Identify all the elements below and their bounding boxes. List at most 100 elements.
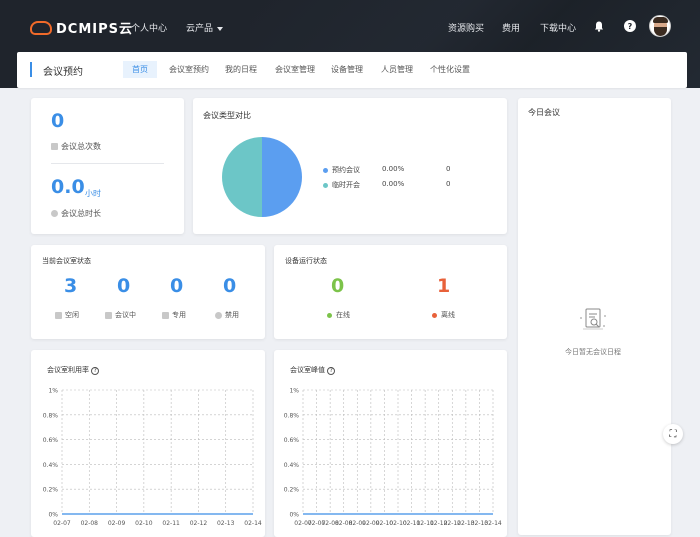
tab-device-management[interactable]: 设备管理 xyxy=(331,64,363,75)
y-tick-label: 0.6% xyxy=(43,437,59,444)
legend-adhoc: 临时开会 xyxy=(323,180,360,190)
y-tick-label: 0% xyxy=(289,512,299,519)
bell-icon[interactable] xyxy=(593,20,605,32)
help-icon[interactable]: ? xyxy=(624,20,636,32)
device-offline-value: 1 xyxy=(437,275,451,297)
cloud-logo-icon xyxy=(30,20,52,35)
device-online-value: 0 xyxy=(331,275,345,297)
total-meetings-label: 会议总次数 xyxy=(61,142,101,151)
tab-personalization[interactable]: 个性化设置 xyxy=(430,64,470,75)
page-title: 会议预约 xyxy=(43,67,83,78)
legend-count-adhoc: 0 xyxy=(446,180,451,188)
avatar[interactable] xyxy=(649,15,671,37)
today-meetings-title: 今日会议 xyxy=(528,108,560,117)
device-online-label-wrap: 在线 xyxy=(327,310,350,320)
brand-logo[interactable]: DCMIPS云 xyxy=(30,18,133,37)
utilization-help-icon[interactable]: ? xyxy=(91,367,100,375)
room-inuse-label: 会议中 xyxy=(115,311,136,319)
peak-chart: 0%0.2%0.4%0.6%0.8%1%02-0702-0702-0802-08… xyxy=(284,388,502,528)
utilization-title: 会议室利用率 xyxy=(47,366,89,374)
y-tick-label: 0.6% xyxy=(284,437,300,444)
offline-dot xyxy=(432,312,437,318)
room-free-label: 空闲 xyxy=(65,311,79,319)
meeting-type-pie xyxy=(222,137,302,217)
pie-slice-0 xyxy=(262,137,302,217)
room-dedicated-label: 专用 xyxy=(172,311,186,319)
sub-nav: 会议预约 首页 会议室预约 我的日程 会议室管理 设备管理 人员管理 个性化设置 xyxy=(17,52,687,88)
legend-booked: 预约会议 xyxy=(323,165,360,175)
device-status-card: 设备运行状态 0 1 在线 离线 xyxy=(274,245,507,339)
nav-cloud-products[interactable]: 云产品 xyxy=(186,21,223,34)
clock-icon xyxy=(51,210,58,217)
x-tick-label: 02-13 xyxy=(217,520,235,527)
fullscreen-icon[interactable]: ⛶ xyxy=(663,424,683,444)
logo-text: DCMIPS云 xyxy=(56,22,133,37)
device-online-label: 在线 xyxy=(336,311,350,319)
legend-percent-booked: 0.00% xyxy=(382,165,405,173)
y-tick-label: 1% xyxy=(48,388,58,395)
x-tick-label: 02-11 xyxy=(162,520,180,527)
total-hours-value: 0.0 xyxy=(51,176,85,198)
x-tick-label: 02-09 xyxy=(108,520,126,527)
meeting-room-icon xyxy=(105,311,112,319)
title-accent-bar xyxy=(30,62,32,77)
x-tick-label: 02-14 xyxy=(484,520,502,527)
utilization-title-wrap: 会议室利用率 ? xyxy=(47,365,100,375)
peak-title: 会议室峰值 xyxy=(290,366,325,374)
room-disabled-label: 禁用 xyxy=(225,311,239,319)
y-tick-label: 0% xyxy=(48,512,58,519)
meeting-type-card: 会议类型对比 预约会议 0.00% 0 临时开会 0.00% 0 xyxy=(193,98,507,234)
nav-fees[interactable]: 费用 xyxy=(502,21,520,34)
peak-title-wrap: 会议室峰值 ? xyxy=(290,365,336,375)
meeting-stats-card: 0 会议总次数 0.0 小时 会议总时长 xyxy=(31,98,184,234)
x-tick-label: 02-10 xyxy=(135,520,153,527)
today-meetings-card: 今日会议 今日暂无会议日程 xyxy=(518,98,671,535)
x-tick-label: 02-07 xyxy=(53,520,71,527)
room-status-card: 当前会议室状态 3 0 0 0 空闲 会议中 专用 禁用 xyxy=(31,245,265,339)
nav-personal-center[interactable]: 个人中心 xyxy=(131,21,167,34)
nav-resource-purchase[interactable]: 资源购买 xyxy=(448,21,484,34)
device-offline-label-wrap: 离线 xyxy=(432,310,455,320)
total-hours-label-wrap: 会议总时长 xyxy=(51,208,101,219)
tab-room-booking[interactable]: 会议室预约 xyxy=(169,64,209,75)
room-free-value: 3 xyxy=(64,275,78,297)
device-offline-label: 离线 xyxy=(441,311,455,319)
calendar-icon xyxy=(51,143,58,150)
peak-card: 会议室峰值 ? 0% 0.2% 0.4% 0.6% 0.8% 1% 02-07 02-07 02… xyxy=(274,350,507,537)
legend-dot-booked xyxy=(323,167,328,173)
nav-download-center[interactable]: 下载中心 xyxy=(540,21,576,34)
free-room-icon xyxy=(55,311,62,319)
total-hours-label: 会议总时长 xyxy=(61,209,101,218)
legend-dot-adhoc xyxy=(323,182,328,188)
divider xyxy=(51,163,164,164)
legend-name-booked: 预约会议 xyxy=(332,166,360,174)
x-tick-label: 02-12 xyxy=(190,520,208,527)
flag-icon xyxy=(162,311,169,319)
room-inuse-label-wrap: 会议中 xyxy=(105,310,136,320)
utilization-card: 会议室利用率 ? 0% 0.2% 0.4% 0.6% 0.8% 1% 02-07 02-08 0… xyxy=(31,350,265,537)
y-tick-label: 0.4% xyxy=(284,462,300,469)
x-tick-label: 02-08 xyxy=(81,520,99,527)
room-status-title: 当前会议室状态 xyxy=(42,257,91,265)
room-dedicated-label-wrap: 专用 xyxy=(162,310,186,320)
y-tick-label: 0.8% xyxy=(43,412,59,419)
tab-my-schedule[interactable]: 我的日程 xyxy=(225,64,257,75)
y-tick-label: 0.8% xyxy=(284,412,300,419)
tab-user-management[interactable]: 人员管理 xyxy=(381,64,413,75)
online-dot xyxy=(327,312,332,318)
empty-schedule-icon xyxy=(580,308,606,330)
peak-help-icon[interactable]: ? xyxy=(327,367,336,375)
total-hours-unit: 小时 xyxy=(85,189,101,198)
empty-schedule-text: 今日暂无会议日程 xyxy=(565,348,621,356)
ban-icon xyxy=(215,311,222,319)
legend-percent-adhoc: 0.00% xyxy=(382,180,405,188)
legend-count-booked: 0 xyxy=(446,165,451,173)
total-meetings-value: 0 xyxy=(51,110,65,132)
utilization-chart: 0% 0.2% 0.4% 0.6% 0.8% 1% 02-07 02-08 02-09 02-10… xyxy=(43,388,262,528)
tab-home[interactable]: 首页 xyxy=(123,61,157,78)
y-tick-label: 0.4% xyxy=(43,462,59,469)
tab-room-management[interactable]: 会议室管理 xyxy=(275,64,315,75)
room-disabled-value: 0 xyxy=(223,275,237,297)
room-free-label-wrap: 空闲 xyxy=(55,310,79,320)
meeting-type-title: 会议类型对比 xyxy=(203,111,251,120)
